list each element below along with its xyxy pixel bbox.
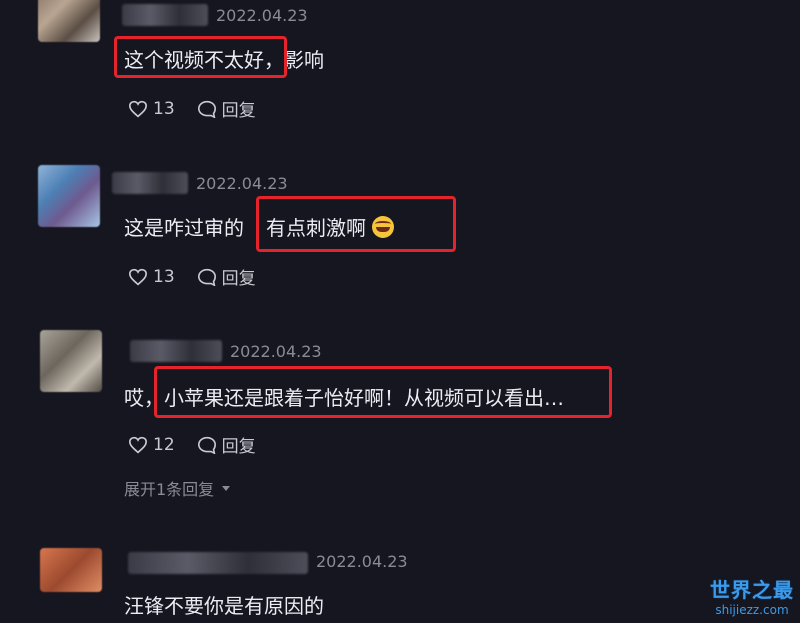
reply-label: 回复 — [221, 101, 256, 121]
reply-label: 回复 — [221, 437, 256, 457]
like-count: 12 — [153, 434, 175, 455]
reply-label: 回复 — [221, 269, 256, 289]
comment-date: 2022.04.23 — [196, 174, 288, 193]
heart-icon — [128, 436, 148, 453]
avatar[interactable] — [40, 548, 102, 592]
avatar[interactable] — [40, 330, 102, 392]
like-button[interactable]: 13 — [128, 99, 175, 119]
avatar[interactable] — [38, 165, 100, 227]
highlight-box — [154, 366, 612, 418]
username[interactable] — [130, 340, 222, 362]
comment-bubble-icon — [197, 436, 216, 454]
watermark-url: shijiezz.com — [715, 603, 789, 617]
comment-date: 2022.04.23 — [230, 342, 322, 361]
like-button[interactable]: 13 — [128, 267, 175, 287]
like-count: 13 — [153, 266, 175, 287]
username[interactable] — [112, 172, 188, 194]
highlight-box — [256, 196, 456, 252]
username[interactable] — [122, 4, 208, 26]
expand-replies-label: 展开1条回复 — [124, 480, 215, 499]
comment-text-prefix: 这是咋过审的 — [124, 216, 244, 240]
comment-date: 2022.04.23 — [316, 552, 408, 571]
username[interactable] — [128, 552, 308, 574]
caret-down-icon — [222, 486, 231, 491]
comment-actions: 12 回复 — [128, 432, 278, 457]
reply-button[interactable]: 回复 — [197, 432, 256, 457]
heart-icon — [128, 268, 148, 285]
watermark-title: 世界之最 — [710, 578, 794, 602]
comment-date: 2022.04.23 — [216, 6, 308, 25]
avatar[interactable] — [38, 0, 100, 42]
like-count: 13 — [153, 98, 175, 119]
watermark: 世界之最 shijiezz.com — [710, 574, 794, 617]
like-button[interactable]: 12 — [128, 435, 175, 455]
comment-actions: 13 回复 — [128, 264, 278, 289]
highlight-box — [114, 36, 287, 78]
expand-replies-button[interactable]: 展开1条回复 — [124, 476, 232, 500]
reply-button[interactable]: 回复 — [197, 96, 256, 121]
comment-text: 汪锋不要你是有原因的 — [124, 594, 324, 618]
comment-text-rest: 影响 — [284, 48, 324, 72]
comment-bubble-icon — [197, 100, 216, 118]
comment-bubble-icon — [197, 268, 216, 286]
comment-actions: 13 回复 — [128, 96, 278, 121]
heart-icon — [128, 100, 148, 117]
reply-button[interactable]: 回复 — [197, 264, 256, 289]
